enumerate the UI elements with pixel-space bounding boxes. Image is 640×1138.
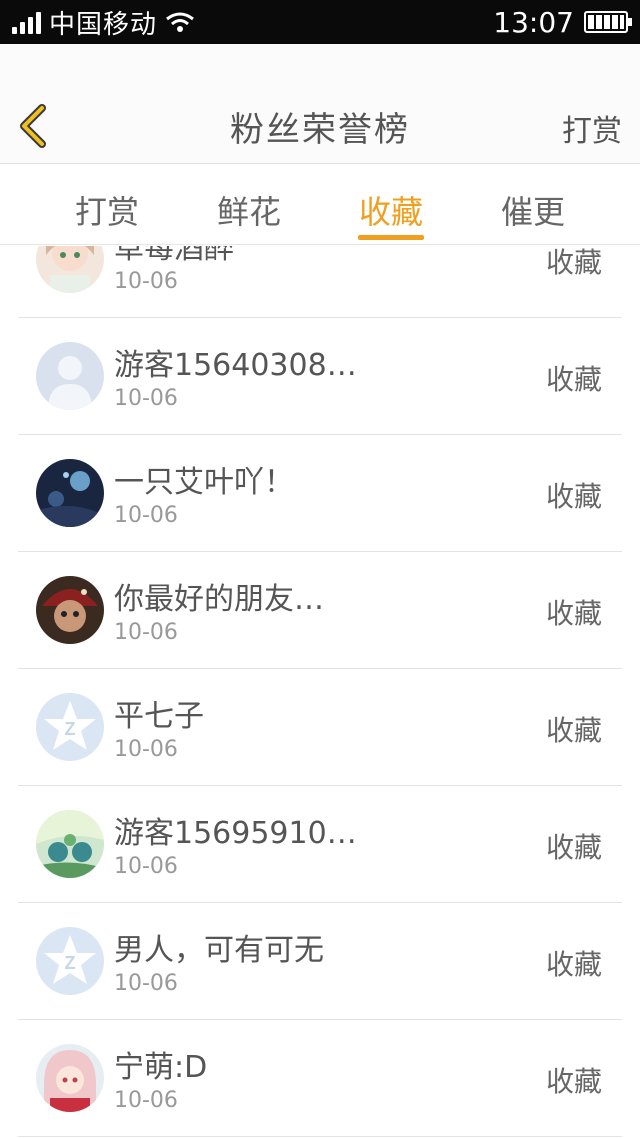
tab-favorites[interactable]: 收藏 [346, 187, 436, 233]
list-item-date: 10-06 [114, 854, 178, 879]
qq-default-avatar: Z [36, 927, 104, 995]
svg-text:Z: Z [65, 953, 76, 973]
default-user-avatar [36, 342, 104, 410]
active-tab-indicator [358, 235, 424, 240]
list-item-date: 10-06 [114, 503, 178, 528]
list-item-action: 收藏 [545, 363, 602, 396]
list-item[interactable]: 一只艾叶吖！ 10-06 收藏 [18, 435, 622, 552]
nav-bar: 粉丝荣誉榜 打赏 [0, 44, 640, 164]
pink-hair-avatar [36, 1044, 104, 1112]
list-item[interactable]: 你最好的朋友… 10-06 收藏 [18, 552, 622, 669]
svg-text:Z: Z [65, 719, 76, 739]
list-item-date: 10-06 [114, 1088, 178, 1113]
list-item-name: 游客15695910… [114, 816, 357, 851]
list-item-date: 10-06 [114, 386, 178, 411]
list-item-name: 宁萌:D [114, 1050, 208, 1085]
list-item-name: 你最好的朋友… [114, 582, 324, 617]
list-item-date: 10-06 [114, 269, 178, 294]
list-item-date: 10-06 [114, 620, 178, 645]
qq-default-avatar: Z [36, 693, 104, 761]
green-art-avatar [36, 810, 104, 878]
red-hat-character-avatar [36, 576, 104, 644]
list-item-name: 草莓酒醉 [114, 246, 234, 266]
status-right: 13:07 [493, 5, 632, 39]
list-item-name: 平七子 [114, 699, 204, 734]
list-item-name: 一只艾叶吖！ [114, 465, 294, 500]
dark-blue-art-avatar [36, 459, 104, 527]
tab-bar: 打赏 鲜花 收藏 催更 [0, 165, 640, 245]
list-item[interactable]: 游客15640308… 10-06 收藏 [18, 318, 622, 435]
list-item[interactable]: Z 平七子 10-06 收藏 [18, 669, 622, 786]
list-item[interactable]: Z 男人，可有可无 10-06 收藏 [18, 903, 622, 1020]
list-item-action: 收藏 [545, 597, 602, 630]
fan-list: 草莓酒醉 10-06 收藏 游客15640308… 10-06 收藏 一只艾叶吖… [0, 246, 640, 1138]
status-bar: 中国移动 13:07 [0, 0, 640, 44]
list-item-name: 游客15640308… [114, 348, 357, 383]
page-title: 粉丝荣誉榜 [230, 110, 410, 150]
status-left: 中国移动 [12, 4, 195, 41]
list-item-date: 10-06 [114, 737, 178, 762]
list-item-name: 男人，可有可无 [114, 933, 324, 968]
tab-urge-update[interactable]: 催更 [488, 187, 578, 233]
reward-button[interactable]: 打赏 [562, 106, 622, 150]
list-item-action: 收藏 [545, 948, 602, 981]
list-item-action: 收藏 [545, 480, 602, 513]
list-item[interactable]: 草莓酒醉 10-06 收藏 [18, 246, 622, 318]
list-item[interactable]: 宁萌:D 10-06 收藏 [18, 1020, 622, 1137]
anime-girl-avatar [36, 246, 104, 293]
signal-icon [12, 10, 41, 34]
wifi-icon [166, 12, 194, 32]
clock: 13:07 [493, 5, 574, 39]
carrier-label: 中国移动 [49, 9, 158, 40]
list-item-action: 收藏 [545, 714, 602, 747]
list-item-action: 收藏 [545, 1065, 602, 1098]
list-item-date: 10-06 [114, 971, 178, 996]
list-item-action: 收藏 [545, 831, 602, 864]
battery-icon [584, 11, 632, 33]
list-item-action: 收藏 [545, 246, 602, 279]
list-item[interactable]: 游客15695910… 10-06 收藏 [18, 786, 622, 903]
tab-flowers[interactable]: 鲜花 [204, 187, 294, 233]
tab-reward[interactable]: 打赏 [62, 187, 152, 233]
